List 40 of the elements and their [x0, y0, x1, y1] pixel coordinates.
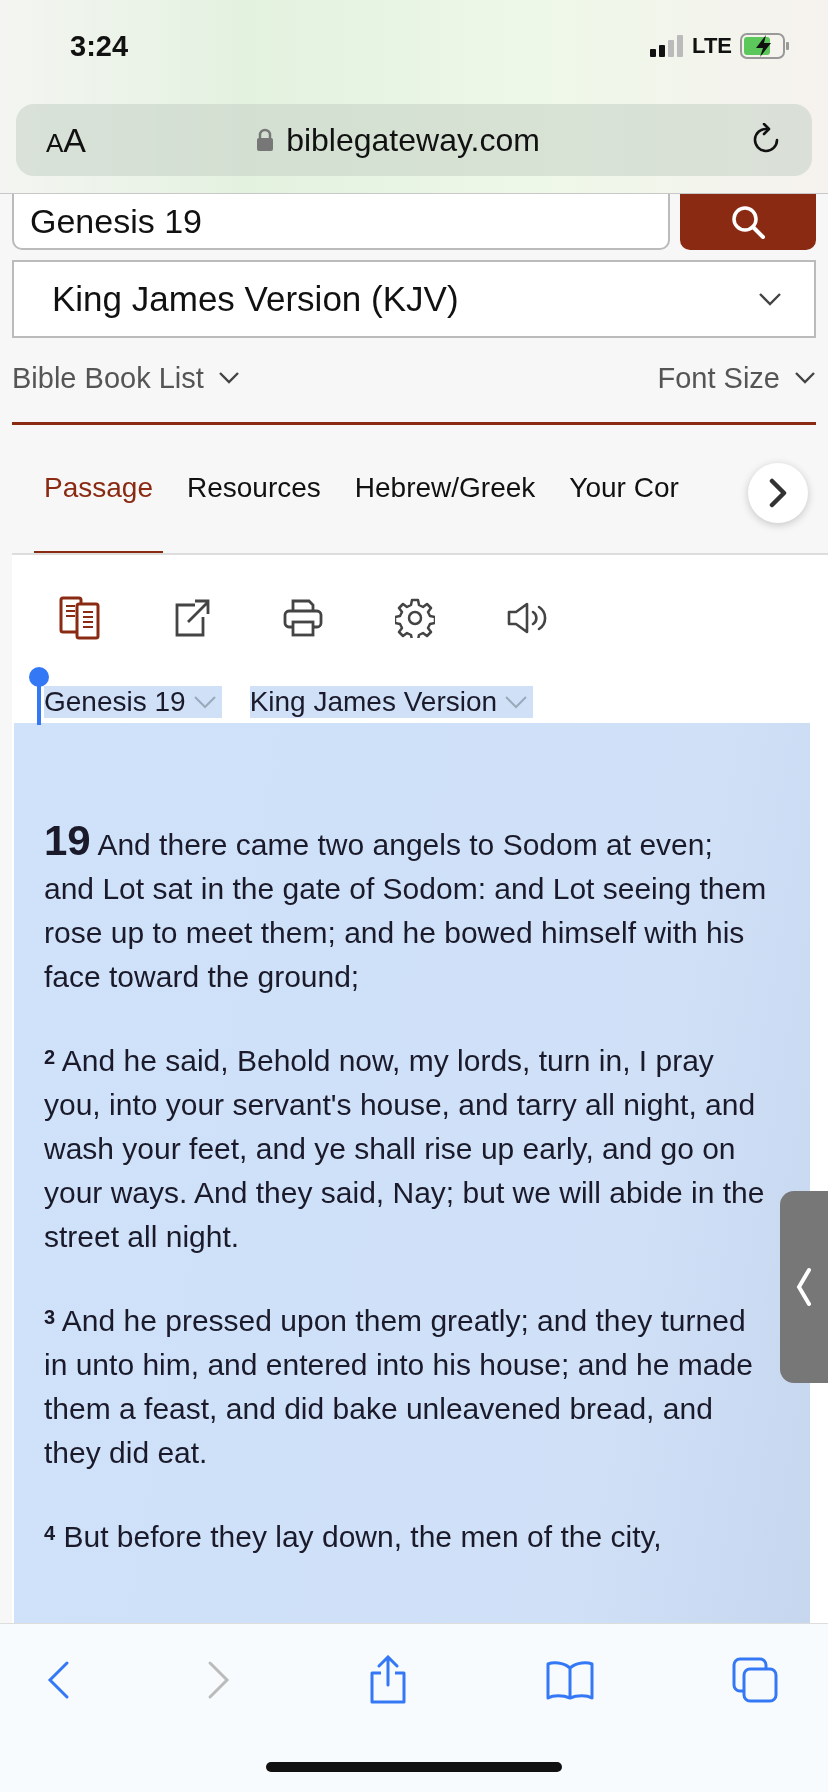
back-icon[interactable]	[46, 1660, 70, 1700]
share-icon[interactable]	[368, 1655, 408, 1705]
network-label: LTE	[692, 33, 732, 59]
signal-icon	[650, 35, 685, 57]
verse-text: 19 And there came two angels to Sodom at even; and Lot sat in the gate of Sodom: and Lot seeing them rose up to meet them; and he bowed himself with his face toward the ground;	[44, 819, 768, 995]
settings-icon[interactable]	[395, 598, 435, 638]
dropdown-link[interactable]: Bible Book List	[12, 361, 240, 395]
parallel-columns-icon[interactable]	[59, 596, 101, 640]
status-time: 3:24	[70, 29, 129, 63]
chevron-right-icon	[767, 478, 789, 508]
battery-charging-icon	[740, 33, 790, 59]
verse-text: $^{2}$ And he said, Behold now, my lords, turn in, I pray you, into your servant's house, and tarry all night, and wash your feet, and ye shall rise up early, and go on your ways. And they said, Nay; but we will abide in the street all night.	[44, 1043, 766, 1255]
chevron-down-icon	[217, 371, 240, 385]
chevron-down-icon	[758, 292, 782, 306]
bookmarks-icon[interactable]	[545, 1660, 595, 1700]
verse-text: $^{3}$ And he pressed upon them greatly; and they turned in unto him, and entered into his house; and he made them a feast, and did bake unleavened bread, and they did eat.	[44, 1303, 754, 1471]
address-bar[interactable]: AA biblegateway.com	[16, 104, 812, 176]
tab[interactable]: Hebrew/Greek	[344, 425, 546, 553]
search-field[interactable]: Genesis 19	[12, 194, 670, 250]
chevron-left-icon	[796, 1267, 812, 1307]
tab[interactable]: Resources	[176, 425, 331, 553]
dropdown-link[interactable]: Font Size	[657, 361, 816, 395]
version-select[interactable]: King James Version (KJV)	[12, 260, 816, 338]
scroll-right-button[interactable]	[748, 463, 808, 523]
passage-version[interactable]: King James Version	[249, 686, 534, 718]
chevron-down-icon	[503, 694, 530, 710]
passage-reference[interactable]: Genesis 19	[44, 686, 222, 718]
chevron-down-icon	[191, 694, 218, 710]
verse-text: $^{4}$ But before they lay down, the men of the city,	[44, 1519, 663, 1555]
tabs-icon[interactable]	[732, 1657, 778, 1703]
url-text: biblegateway.com	[286, 121, 540, 159]
tab[interactable]: Your Cor	[559, 425, 689, 553]
external-link-icon[interactable]	[173, 598, 211, 638]
text-size-button[interactable]: AA	[46, 120, 87, 160]
print-icon[interactable]	[283, 599, 323, 637]
lock-icon	[256, 128, 275, 152]
search-icon	[730, 204, 766, 240]
side-panel-handle[interactable]	[780, 1191, 828, 1383]
chevron-down-icon	[794, 371, 816, 385]
search-button[interactable]	[680, 194, 816, 250]
